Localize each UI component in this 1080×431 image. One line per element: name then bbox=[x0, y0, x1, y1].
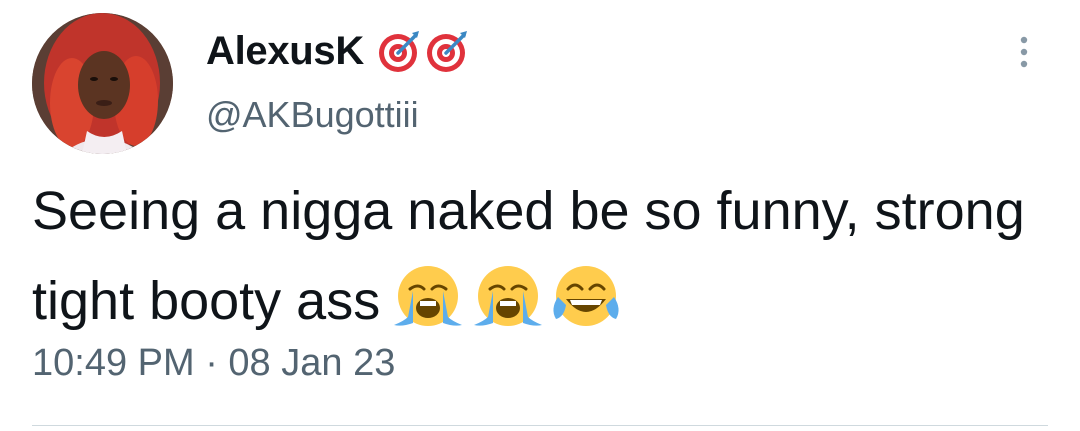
bullseye-emoji-icon bbox=[376, 28, 422, 74]
name-emoji-badges bbox=[376, 28, 470, 74]
author-handle[interactable]: @AKBugottiii bbox=[206, 94, 419, 136]
tweet-card: AlexusK @AKBugottiii Seeing a nigga nake… bbox=[0, 0, 1080, 431]
tweet-timestamp[interactable]: 10:49 PM · 08 Jan 23 bbox=[32, 342, 395, 385]
author-display-name[interactable]: AlexusK bbox=[206, 29, 364, 74]
loudly-crying-face-emoji-icon bbox=[468, 261, 548, 331]
divider bbox=[32, 425, 1048, 426]
more-vertical-icon[interactable] bbox=[1012, 34, 1036, 74]
loudly-crying-face-emoji-icon bbox=[388, 261, 468, 331]
tweet-text: Seeing a nigga naked be so funny, strong… bbox=[32, 166, 1052, 346]
tweet-emojis bbox=[388, 261, 624, 331]
avatar[interactable] bbox=[32, 13, 173, 154]
author-name-row: AlexusK bbox=[206, 28, 470, 74]
bullseye-emoji-icon bbox=[424, 28, 470, 74]
face-with-tears-of-joy-emoji-icon bbox=[548, 261, 624, 331]
avatar-image bbox=[32, 13, 173, 154]
